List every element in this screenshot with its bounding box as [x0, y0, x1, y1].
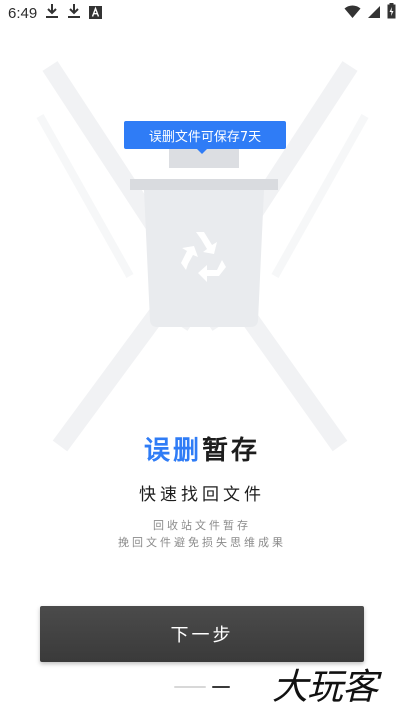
page-subtitle: 快速找回文件 [139, 485, 265, 505]
page-dot-2[interactable] [212, 686, 230, 688]
battery-charging-icon [387, 3, 396, 23]
page-title: 误删暂存 [0, 430, 404, 467]
watermark: 大玩客 [272, 667, 378, 708]
download-icon [67, 3, 81, 23]
next-button[interactable]: 下一步 [40, 606, 364, 662]
tooltip-tail [197, 149, 207, 154]
page-dot-1[interactable] [174, 686, 206, 688]
recycle-icon [176, 226, 232, 286]
title-highlight: 误删 [143, 436, 202, 466]
description-line: 回收站文件暂存 [153, 519, 251, 532]
font-a-icon [89, 4, 103, 23]
page-indicator [174, 686, 230, 688]
description-line: 挽回文件避免损失思维成果 [118, 536, 286, 549]
title-rest: 暂存 [202, 436, 261, 466]
status-time: 6:49 [8, 4, 38, 22]
page-description: 回收站文件暂存 挽回文件避免损失思维成果 [0, 517, 404, 551]
status-bar: 6:49 [0, 0, 404, 26]
retention-tooltip: 误删文件可保存7天 [124, 121, 286, 149]
wifi-icon [344, 4, 361, 23]
signal-icon [367, 4, 381, 23]
download-icon [45, 3, 59, 23]
